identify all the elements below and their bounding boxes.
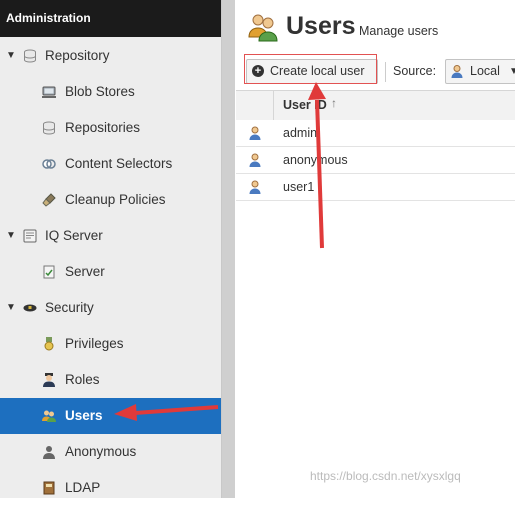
- chevron-down-icon: ▼: [509, 66, 515, 77]
- grid-header: User ID ↑: [236, 90, 515, 121]
- police-hat-icon: [23, 304, 37, 312]
- sidebar-item-anonymous[interactable]: Anonymous: [0, 434, 221, 470]
- officer-icon: [43, 373, 55, 387]
- page-header: Users Manage users: [236, 0, 515, 50]
- user-icon: [249, 126, 261, 140]
- source-dropdown[interactable]: Local ▼: [445, 59, 515, 84]
- certificate-icon: [23, 229, 37, 243]
- database-icon: [43, 121, 55, 135]
- page-title: Users: [286, 12, 356, 40]
- sort-ascending-icon[interactable]: ↑: [331, 96, 337, 110]
- sidebar-item-blob-stores[interactable]: Blob Stores: [0, 74, 221, 110]
- sidebar-item-cleanup-policies[interactable]: Cleanup Policies: [0, 182, 221, 218]
- sidebar-item-label: Repository: [45, 48, 110, 63]
- sidebar-item-content-selectors[interactable]: Content Selectors: [0, 146, 221, 182]
- selector-icon: [42, 159, 56, 169]
- sidebar-item-label: Security: [45, 300, 94, 315]
- user-id-column-header[interactable]: User ID: [283, 98, 327, 112]
- user-icon: [249, 180, 261, 194]
- sidebar-item-security[interactable]: ▼ Security: [0, 290, 221, 326]
- sidebar-item-iq-server[interactable]: ▼ IQ Server: [0, 218, 221, 254]
- anonymous-icon: [43, 446, 55, 459]
- medal-icon: [44, 337, 54, 351]
- table-row[interactable]: anonymous: [236, 147, 515, 174]
- watermark: https://blog.csdn.net/xysxlgq: [310, 469, 461, 483]
- sidebar-item-label: Content Selectors: [65, 156, 173, 171]
- toolbar-separator: [385, 62, 386, 82]
- sidebar-item-server[interactable]: Server: [0, 254, 221, 290]
- users-icon: [248, 14, 278, 42]
- collapse-arrow-icon[interactable]: ▼: [6, 218, 16, 254]
- brush-icon: [42, 193, 56, 207]
- book-icon: [43, 481, 55, 495]
- table-row[interactable]: user1: [236, 174, 515, 201]
- sidebar-item-label: Roles: [65, 372, 100, 387]
- page-subtitle: Manage users: [359, 24, 439, 38]
- sidebar-item-label: Privileges: [65, 336, 124, 351]
- document-check-icon: [43, 265, 55, 279]
- sidebar-item-label: IQ Server: [45, 228, 103, 243]
- sidebar: Administration ▼ Repository Blob Stores …: [0, 0, 222, 498]
- pane-splitter[interactable]: [222, 0, 235, 498]
- source-value: Local: [470, 64, 500, 78]
- annotation-highlight-box: [244, 54, 377, 84]
- user-id-cell: admin: [283, 126, 318, 140]
- collapse-arrow-icon[interactable]: ▼: [6, 290, 16, 326]
- sidebar-item-repository[interactable]: ▼ Repository: [0, 38, 221, 74]
- sidebar-item-label: Users: [65, 408, 103, 423]
- icon-column-header: [236, 91, 274, 120]
- administration-header: Administration: [0, 0, 221, 37]
- sidebar-item-users[interactable]: Users: [0, 398, 221, 434]
- sidebar-item-privileges[interactable]: Privileges: [0, 326, 221, 362]
- sidebar-item-label: Cleanup Policies: [65, 192, 166, 207]
- sidebar-item-label: Repositories: [65, 120, 141, 135]
- user-id-cell: user1: [283, 180, 315, 194]
- server-icon: [42, 86, 56, 98]
- sidebar-item-label: LDAP: [65, 480, 101, 495]
- sidebar-item-label: Server: [65, 264, 105, 279]
- sidebar-item-ldap[interactable]: LDAP: [0, 470, 221, 506]
- sidebar-item-label: Blob Stores: [65, 84, 135, 99]
- user-id-cell: anonymous: [283, 153, 348, 167]
- user-icon: [249, 153, 261, 167]
- collapse-arrow-icon[interactable]: ▼: [6, 38, 16, 74]
- sidebar-item-label: Anonymous: [65, 444, 137, 459]
- database-icon: [24, 49, 36, 63]
- user-icon: [451, 65, 463, 78]
- source-label: Source:: [393, 64, 437, 78]
- users-icon: [42, 410, 56, 422]
- table-row[interactable]: admin: [236, 120, 515, 147]
- sidebar-item-repositories[interactable]: Repositories: [0, 110, 221, 146]
- sidebar-item-roles[interactable]: Roles: [0, 362, 221, 398]
